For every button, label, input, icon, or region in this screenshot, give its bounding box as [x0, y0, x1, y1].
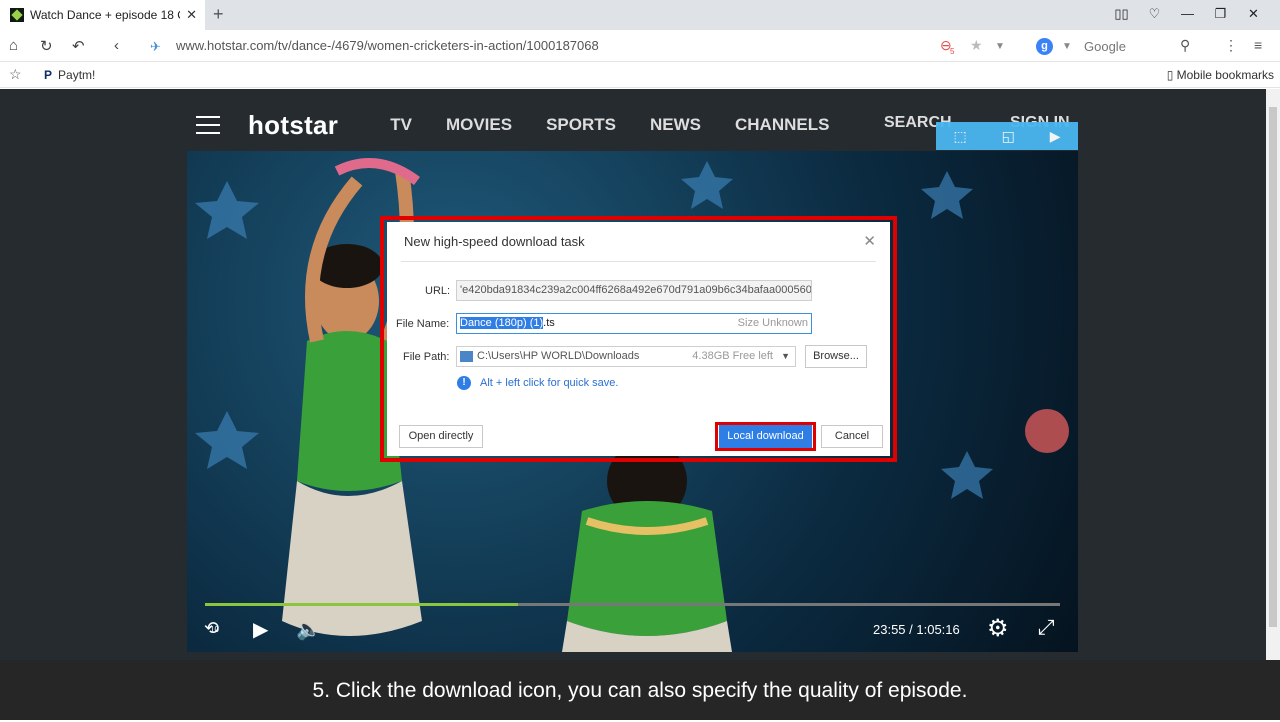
- free-space: 4.38GB Free left: [692, 350, 773, 362]
- scrollbar-thumb[interactable]: [1269, 107, 1277, 627]
- url-input[interactable]: 'e420bda91834c239a2c004ff6268a492e670d79…: [456, 280, 812, 301]
- dialog-title: New high-speed download task: [404, 234, 585, 249]
- bookmark-star-icon[interactable]: ★: [970, 37, 983, 54]
- download-dialog: New high-speed download task ✕ URL: 'e42…: [387, 222, 890, 456]
- progress-fill: [205, 603, 518, 606]
- quick-save-hint: ! Alt + left click for quick save.: [457, 376, 618, 390]
- browser-tab[interactable]: Watch Dance + episode 18 On ✕: [0, 0, 205, 30]
- local-download-highlight: [715, 422, 816, 451]
- home-icon[interactable]: ⌂: [9, 37, 18, 54]
- bookmarks-star-icon[interactable]: ☆: [9, 66, 22, 83]
- bookmark-paytm[interactable]: P Paytm!: [44, 68, 95, 82]
- site-header: hotstar TV MOVIES SPORTS NEWS CHANNELS: [196, 110, 863, 140]
- reload-icon[interactable]: ↻: [40, 37, 53, 55]
- browse-button[interactable]: Browse...: [805, 345, 867, 368]
- nav-movies[interactable]: MOVIES: [446, 115, 512, 135]
- search-icon[interactable]: ⚲: [1180, 37, 1190, 54]
- download-video-icon[interactable]: ▶: [1050, 128, 1061, 145]
- open-directly-button[interactable]: Open directly: [399, 425, 483, 448]
- url-label: URL:: [425, 285, 451, 297]
- nav-channels[interactable]: CHANNELS: [735, 115, 829, 135]
- url-text: www.hotstar.com/tv/dance-/4679/women-cri…: [176, 38, 599, 53]
- more-menu-icon[interactable]: ⋮: [1224, 37, 1238, 54]
- dialog-close-icon[interactable]: ✕: [863, 232, 876, 250]
- drive-icon: [460, 351, 473, 362]
- nav-news[interactable]: NEWS: [650, 115, 701, 135]
- skin-icon[interactable]: ♡: [1138, 6, 1171, 22]
- split-view-icon[interactable]: ▯▯: [1105, 6, 1138, 22]
- bookmark-label: Paytm!: [58, 68, 96, 82]
- paytm-icon: P: [44, 68, 53, 82]
- new-tab-icon[interactable]: +: [213, 4, 224, 25]
- hint-text: Alt + left click for quick save.: [480, 377, 619, 389]
- bookmark-bar: ☆ P Paytm! ▯ Mobile bookmarks: [0, 62, 1280, 88]
- cancel-button[interactable]: Cancel: [821, 425, 883, 448]
- video-toolbar: ⬚ ◱ ▶: [936, 122, 1078, 150]
- time-display: 23:55 / 1:05:16: [873, 622, 960, 637]
- nav-tv[interactable]: TV: [390, 115, 412, 135]
- address-bar: ⌂ ↻ ↶ ‹ ✈ www.hotstar.com/tv/dance-/4679…: [0, 30, 1280, 62]
- restore-icon[interactable]: ❐: [1204, 6, 1237, 22]
- close-window-icon[interactable]: ✕: [1237, 6, 1270, 22]
- filepath-select[interactable]: C:\Users\HP WORLD\Downloads 4.38GB Free …: [456, 346, 796, 367]
- engine-dropdown-icon[interactable]: ▼: [1062, 41, 1072, 52]
- nav-sports[interactable]: SPORTS: [546, 115, 616, 135]
- settings-gear-icon[interactable]: ⚙: [987, 614, 1009, 643]
- site-logo[interactable]: hotstar: [248, 110, 338, 141]
- rewind-label: 10: [210, 625, 219, 634]
- site-favicon-icon: [10, 8, 24, 22]
- hamburger-menu-icon[interactable]: [196, 116, 220, 134]
- undo-icon[interactable]: ↶: [72, 37, 85, 55]
- back-icon[interactable]: ‹: [114, 37, 119, 54]
- minimize-icon[interactable]: —: [1171, 6, 1204, 22]
- mobile-bookmarks-label: Mobile bookmarks: [1176, 68, 1274, 82]
- chevron-down-icon[interactable]: ▼: [781, 347, 790, 366]
- volume-icon[interactable]: 🔈: [296, 617, 321, 642]
- mobile-bookmarks[interactable]: ▯ Mobile bookmarks: [1167, 68, 1274, 82]
- adblock-count: 5: [950, 47, 955, 56]
- fullscreen-icon[interactable]: ⤢: [1038, 616, 1055, 640]
- filename-selected: Dance (180p) (1): [460, 317, 544, 329]
- dialog-divider: [401, 261, 876, 262]
- search-engine-icon[interactable]: g: [1036, 38, 1053, 55]
- info-icon: !: [457, 376, 471, 390]
- tab-title: Watch Dance + episode 18 On: [30, 8, 180, 22]
- search-engine-label[interactable]: Google: [1084, 39, 1126, 54]
- popout-icon[interactable]: ◱: [1002, 128, 1015, 145]
- instruction-caption: 5. Click the download icon, you can also…: [0, 660, 1280, 720]
- play-icon[interactable]: ▶: [253, 617, 268, 642]
- filepath-value: C:\Users\HP WORLD\Downloads: [477, 350, 640, 362]
- window-controls: ▯▯ ♡ — ❐ ✕: [1105, 6, 1270, 22]
- file-size: Size Unknown: [737, 317, 808, 329]
- picture-icon[interactable]: ⬚: [953, 128, 966, 145]
- filepath-label: File Path:: [403, 351, 450, 363]
- filename-label: File Name:: [396, 318, 450, 330]
- scrollbar[interactable]: [1266, 89, 1280, 660]
- tab-close-icon[interactable]: ✕: [186, 7, 197, 23]
- filename-input[interactable]: Dance (180p) (1).ts Size Unknown: [456, 313, 812, 334]
- url-field[interactable]: ✈ www.hotstar.com/tv/dance-/4679/women-c…: [150, 38, 599, 54]
- filename-ext: .ts: [543, 317, 555, 329]
- tab-bar: Watch Dance + episode 18 On ✕ + ▯▯ ♡ — ❐…: [0, 0, 1280, 30]
- dropdown-icon[interactable]: ▼: [995, 41, 1005, 52]
- main-menu-icon[interactable]: ≡: [1254, 37, 1262, 53]
- site-security-icon: ✈: [150, 38, 161, 54]
